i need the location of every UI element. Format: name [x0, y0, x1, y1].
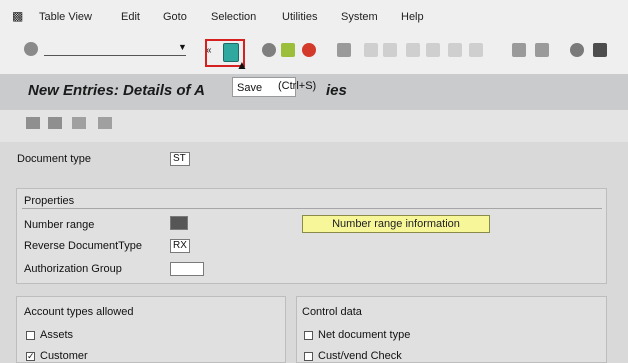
cancel-icon[interactable]	[302, 43, 316, 57]
assets-label: Assets	[40, 329, 74, 341]
net-document-type-label: Net document type	[318, 329, 411, 341]
save-tooltip-shortcut: (Ctrl+S)	[278, 80, 317, 92]
menu-system[interactable]: System	[341, 11, 378, 23]
mouse-cursor-icon: ▲	[236, 58, 248, 72]
new-session-icon[interactable]	[512, 43, 526, 57]
menu-table-view[interactable]: Table View	[39, 11, 92, 23]
customer-checkbox[interactable]: ✓	[26, 352, 35, 361]
menu-selection[interactable]: Selection	[211, 11, 256, 23]
cust-vend-check-label: Cust/vend Check	[318, 350, 402, 362]
authorization-group-field[interactable]	[170, 262, 204, 276]
page-title-suffix: ies	[326, 82, 347, 99]
first-page-icon[interactable]	[406, 43, 420, 57]
number-range-info-button[interactable]: Number range information	[302, 215, 490, 233]
menu-bar: ▩ Table View Edit Goto Selection Utiliti…	[0, 0, 628, 32]
menu-edit[interactable]: Edit	[121, 11, 140, 23]
properties-title: Properties	[24, 195, 75, 207]
reverse-doc-type-label: Reverse DocumentType	[24, 240, 142, 252]
page-title: New Entries: Details of A	[28, 82, 205, 99]
previous-page-icon[interactable]	[426, 43, 440, 57]
back-icon[interactable]	[262, 43, 276, 57]
details-icon[interactable]	[48, 117, 62, 129]
customer-label: Customer	[40, 350, 88, 362]
shortcut-icon[interactable]	[535, 43, 549, 57]
command-field[interactable]	[44, 44, 186, 56]
save-tooltip-label: Save	[237, 82, 263, 94]
document-type-label: Document type	[17, 153, 91, 165]
reverse-doc-type-field[interactable]: RX	[170, 239, 190, 253]
menu-utilities[interactable]: Utilities	[282, 11, 317, 23]
find-icon[interactable]	[364, 43, 378, 57]
application-toolbar	[0, 110, 628, 142]
menu-goto[interactable]: Goto	[163, 11, 187, 23]
assets-checkbox[interactable]	[26, 331, 35, 340]
command-dropdown-icon[interactable]: ▼	[178, 42, 187, 52]
find-next-icon[interactable]	[383, 43, 397, 57]
customize-layout-icon[interactable]	[593, 43, 607, 57]
account-types-title: Account types allowed	[24, 306, 134, 318]
exit-icon[interactable]	[281, 43, 295, 57]
number-range-field[interactable]	[170, 216, 188, 230]
authorization-group-label: Authorization Group	[24, 263, 122, 275]
display-change-icon[interactable]	[26, 117, 40, 129]
control-data-title: Control data	[302, 306, 362, 318]
properties-divider	[22, 208, 602, 209]
number-range-label: Number range	[24, 219, 95, 231]
export-icon[interactable]	[72, 117, 86, 129]
import-icon[interactable]	[98, 117, 112, 129]
document-type-field[interactable]: ST	[170, 152, 190, 166]
net-document-type-checkbox[interactable]	[304, 331, 313, 340]
print-icon[interactable]	[337, 43, 351, 57]
next-page-icon[interactable]	[448, 43, 462, 57]
last-page-icon[interactable]	[469, 43, 483, 57]
menu-help[interactable]: Help	[401, 11, 424, 23]
enter-icon[interactable]	[24, 42, 38, 56]
system-menu-icon[interactable]: ▩	[12, 9, 23, 23]
cust-vend-check-checkbox[interactable]	[304, 352, 313, 361]
help-icon[interactable]	[570, 43, 584, 57]
